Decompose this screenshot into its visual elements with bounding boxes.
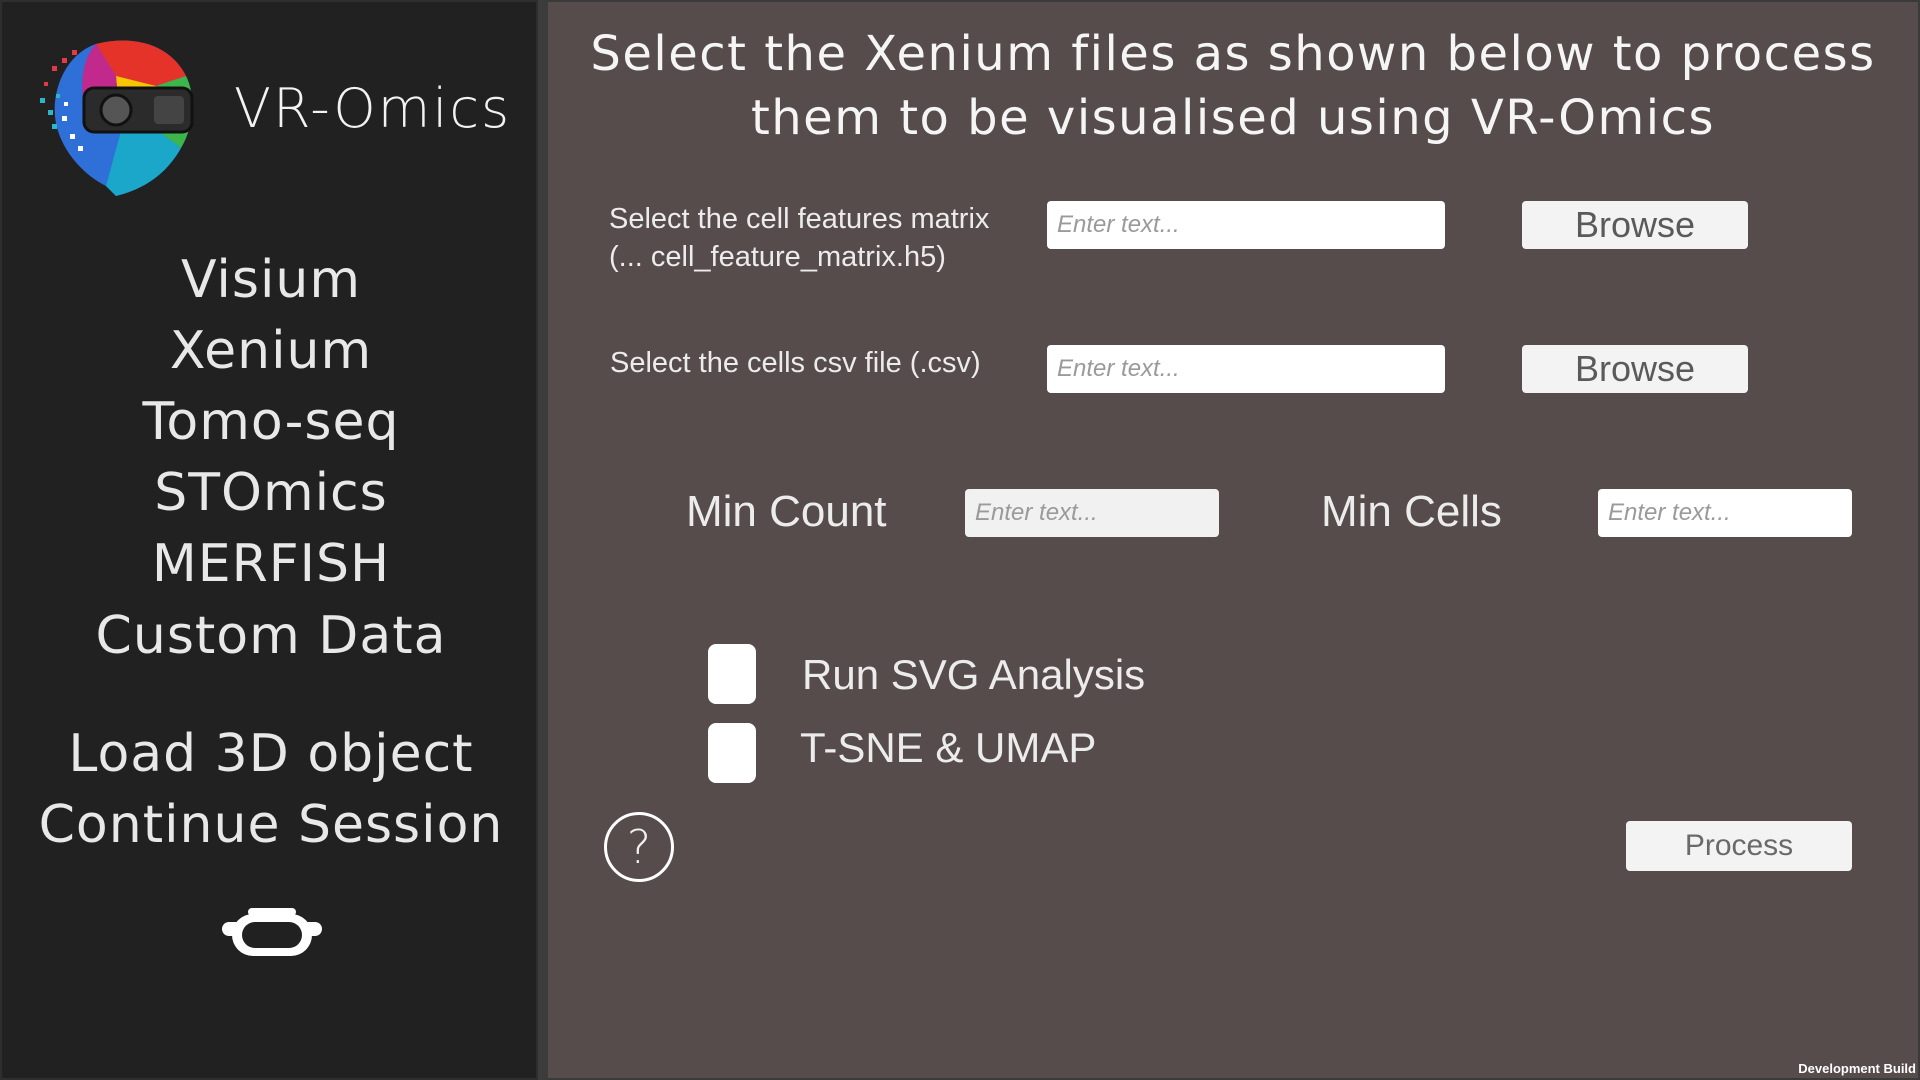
nav-item-xenium[interactable]: Xenium [2, 325, 540, 377]
nav-item-merfish[interactable]: MERFISH [2, 538, 540, 590]
main-panel: Select the Xenium files as shown below t… [548, 2, 1918, 1078]
nav-item-stomics[interactable]: STOmics [2, 467, 540, 519]
nav-item-visium[interactable]: Visium [2, 254, 540, 306]
vr-headset-icon[interactable] [218, 904, 326, 962]
cell-features-matrix-label: Select the cell features matrix (... cel… [609, 203, 990, 273]
nav-item-continue-session[interactable]: Continue Session [2, 799, 540, 851]
development-build-label: Development Build [1798, 1061, 1916, 1076]
app-title: VR-Omics [234, 77, 512, 140]
help-button[interactable]: ? [604, 812, 674, 882]
min-count-input[interactable] [965, 489, 1219, 537]
tsne-umap-checkbox[interactable] [708, 723, 756, 783]
browse-cells-csv-button[interactable]: Browse [1522, 345, 1748, 393]
nav-item-load-3d-object[interactable]: Load 3D object [2, 728, 540, 780]
min-cells-label: Min Cells [1321, 487, 1502, 536]
run-svg-analysis-checkbox[interactable] [708, 644, 756, 704]
sidebar: VR-Omics Visium Xenium Tomo-seq STOmics … [0, 0, 538, 1080]
cells-csv-label: Select the cells csv file (.csv) [610, 347, 981, 379]
min-count-label: Min Count [686, 487, 887, 536]
cells-csv-input[interactable] [1047, 345, 1445, 393]
panel-divider [538, 0, 548, 1080]
process-button[interactable]: Process [1626, 821, 1852, 871]
vr-omics-logo [40, 40, 194, 196]
browse-cell-features-button[interactable]: Browse [1522, 201, 1748, 249]
tsne-umap-label: T-SNE & UMAP [800, 724, 1097, 771]
page-heading: Select the Xenium files as shown below t… [590, 26, 1876, 146]
min-cells-input[interactable] [1598, 489, 1852, 537]
cell-features-matrix-input[interactable] [1047, 201, 1445, 249]
nav-item-tomo-seq[interactable]: Tomo-seq [2, 396, 540, 448]
nav-item-custom-data[interactable]: Custom Data [2, 610, 540, 662]
run-svg-analysis-label: Run SVG Analysis [802, 651, 1146, 698]
